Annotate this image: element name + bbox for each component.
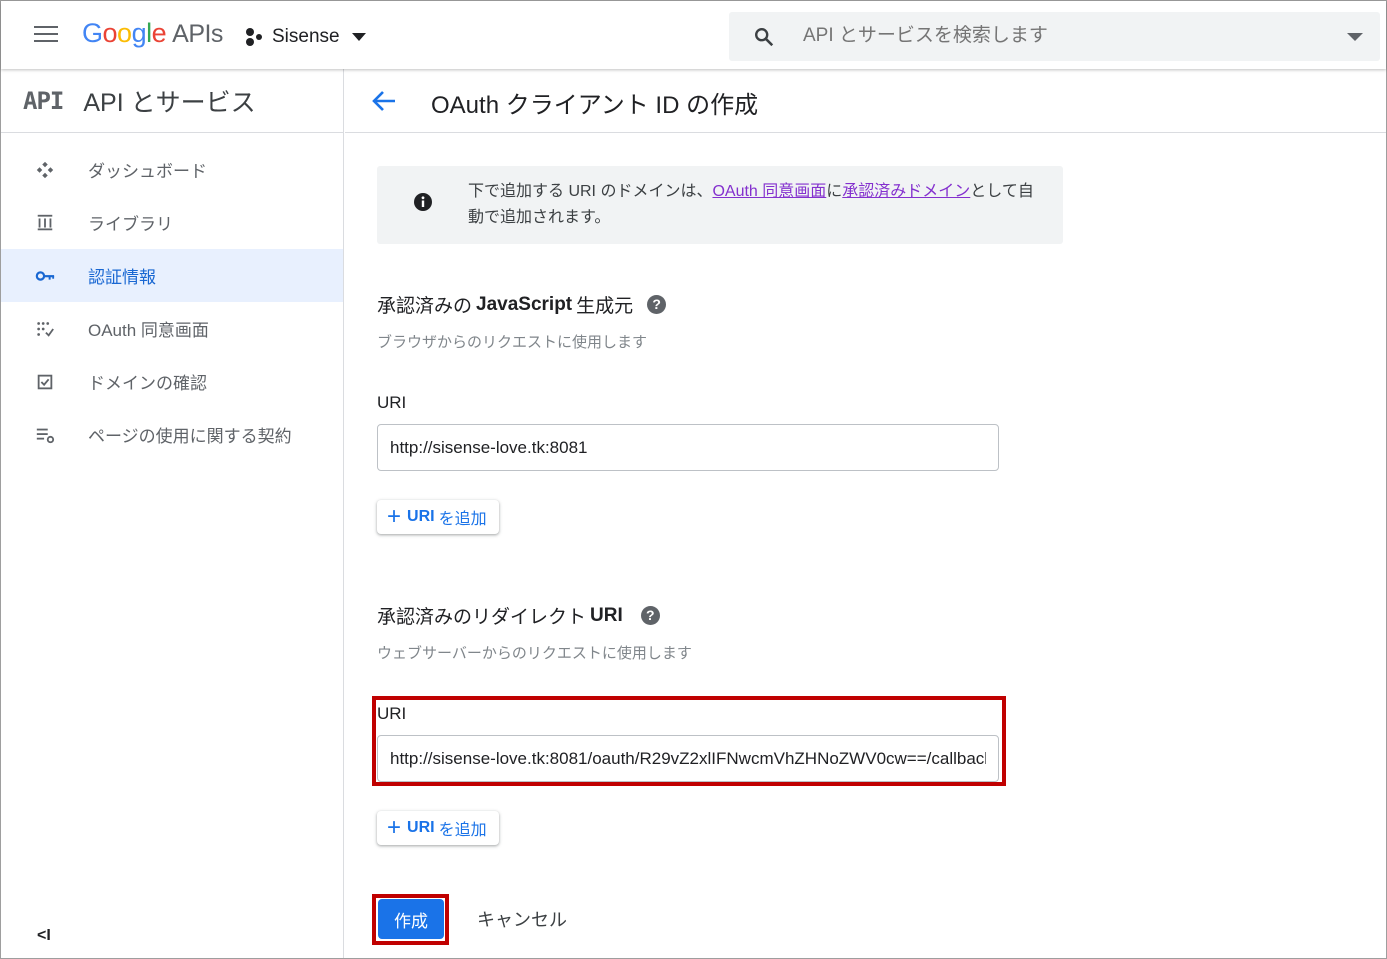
help-icon[interactable]: ? <box>640 606 660 625</box>
sidebar-title: API とサービス <box>83 88 256 117</box>
redirect-uris-title: 承認済みのリダイレクト URI ? <box>377 602 660 629</box>
sidebar-item-label: OAuth 同意画面 <box>88 321 209 340</box>
sidebar-item-label: ライブラリ <box>88 215 173 234</box>
sidebar-item-page-usage[interactable]: ページの使用に関する契約 <box>1 408 343 461</box>
js-origins-subtitle: ブラウザからのリクエストに使用します <box>377 334 648 351</box>
add-js-origin-uri-button[interactable]: + URI を追加 <box>377 500 499 534</box>
sidebar-item-label: ダッシュボード <box>88 162 207 181</box>
sidebar-item-oauth-consent[interactable]: OAuth 同意画面 <box>1 302 343 355</box>
library-icon <box>37 214 53 231</box>
project-selector[interactable]: Sisense <box>244 23 366 51</box>
sidebar-header: API API とサービス <box>1 69 343 133</box>
create-button[interactable]: 作成 <box>378 899 444 939</box>
sidebar-item-label: ドメインの確認 <box>88 374 207 393</box>
sidebar-item-credentials[interactable]: 認証情報 <box>1 249 343 302</box>
back-arrow-icon[interactable] <box>371 89 397 113</box>
settings-list-icon <box>36 428 55 444</box>
consent-icon <box>37 322 54 337</box>
sidebar-item-label: 認証情報 <box>88 268 156 287</box>
sidebar-item-dashboard[interactable]: ダッシュボード <box>1 143 343 196</box>
sidebar-item-domain-verification[interactable]: ドメインの確認 <box>1 355 343 408</box>
search-input[interactable] <box>803 22 1323 50</box>
js-origins-uri-label: URI <box>377 393 407 412</box>
redirect-uri-label: URI <box>377 704 407 723</box>
search-bar[interactable] <box>729 12 1380 61</box>
top-bar: Google APIs Sisense <box>1 1 1386 69</box>
api-badge-icon: API <box>23 86 64 115</box>
info-icon <box>414 193 432 211</box>
sidebar-nav: ダッシュボード ライブラリ 認証情報 OAuth 同意画面 ドメインの確認 ペー… <box>1 143 343 461</box>
search-dropdown-icon[interactable] <box>1347 33 1363 41</box>
js-origins-title: 承認済みの JavaScript 生成元 ? <box>377 291 667 318</box>
collapse-sidebar-icon[interactable]: <I <box>37 927 51 945</box>
project-name: Sisense <box>272 26 340 47</box>
js-origin-uri-input[interactable] <box>377 424 999 471</box>
sidebar-item-library[interactable]: ライブラリ <box>1 196 343 249</box>
dashboard-icon <box>36 161 54 179</box>
redirect-uris-subtitle: ウェブサーバーからのリクエストに使用します <box>377 645 692 662</box>
checkbox-icon <box>37 374 53 390</box>
plus-icon: + <box>387 503 402 530</box>
help-icon[interactable]: ? <box>647 295 667 314</box>
sidebar-item-label: ページの使用に関する契約 <box>88 427 292 446</box>
key-icon <box>35 271 55 281</box>
sidebar: API API とサービス ダッシュボード ライブラリ 認証情報 OAuth 同… <box>1 69 344 958</box>
oauth-consent-link[interactable]: OAuth 同意画面 <box>712 183 826 200</box>
cancel-button[interactable]: キャンセル <box>462 899 582 939</box>
page-title: OAuth クライアント ID の作成 <box>431 92 759 119</box>
chevron-down-icon <box>351 33 366 41</box>
main-header: OAuth クライアント ID の作成 <box>345 69 1386 133</box>
search-icon <box>755 28 774 47</box>
redirect-uri-input[interactable] <box>377 735 999 782</box>
info-banner: 下で追加する URI のドメインは、OAuth 同意画面に承認済みドメインとして… <box>377 166 1063 244</box>
info-text: 下で追加する URI のドメインは、OAuth 同意画面に承認済みドメインとして… <box>468 183 1034 226</box>
add-redirect-uri-button[interactable]: + URI を追加 <box>377 811 499 845</box>
google-apis-logo[interactable]: Google APIs <box>82 18 223 49</box>
project-dots-icon <box>246 28 262 46</box>
authorized-domains-link[interactable]: 承認済みドメイン <box>842 183 970 200</box>
menu-icon[interactable] <box>34 26 58 44</box>
plus-icon: + <box>387 814 402 841</box>
